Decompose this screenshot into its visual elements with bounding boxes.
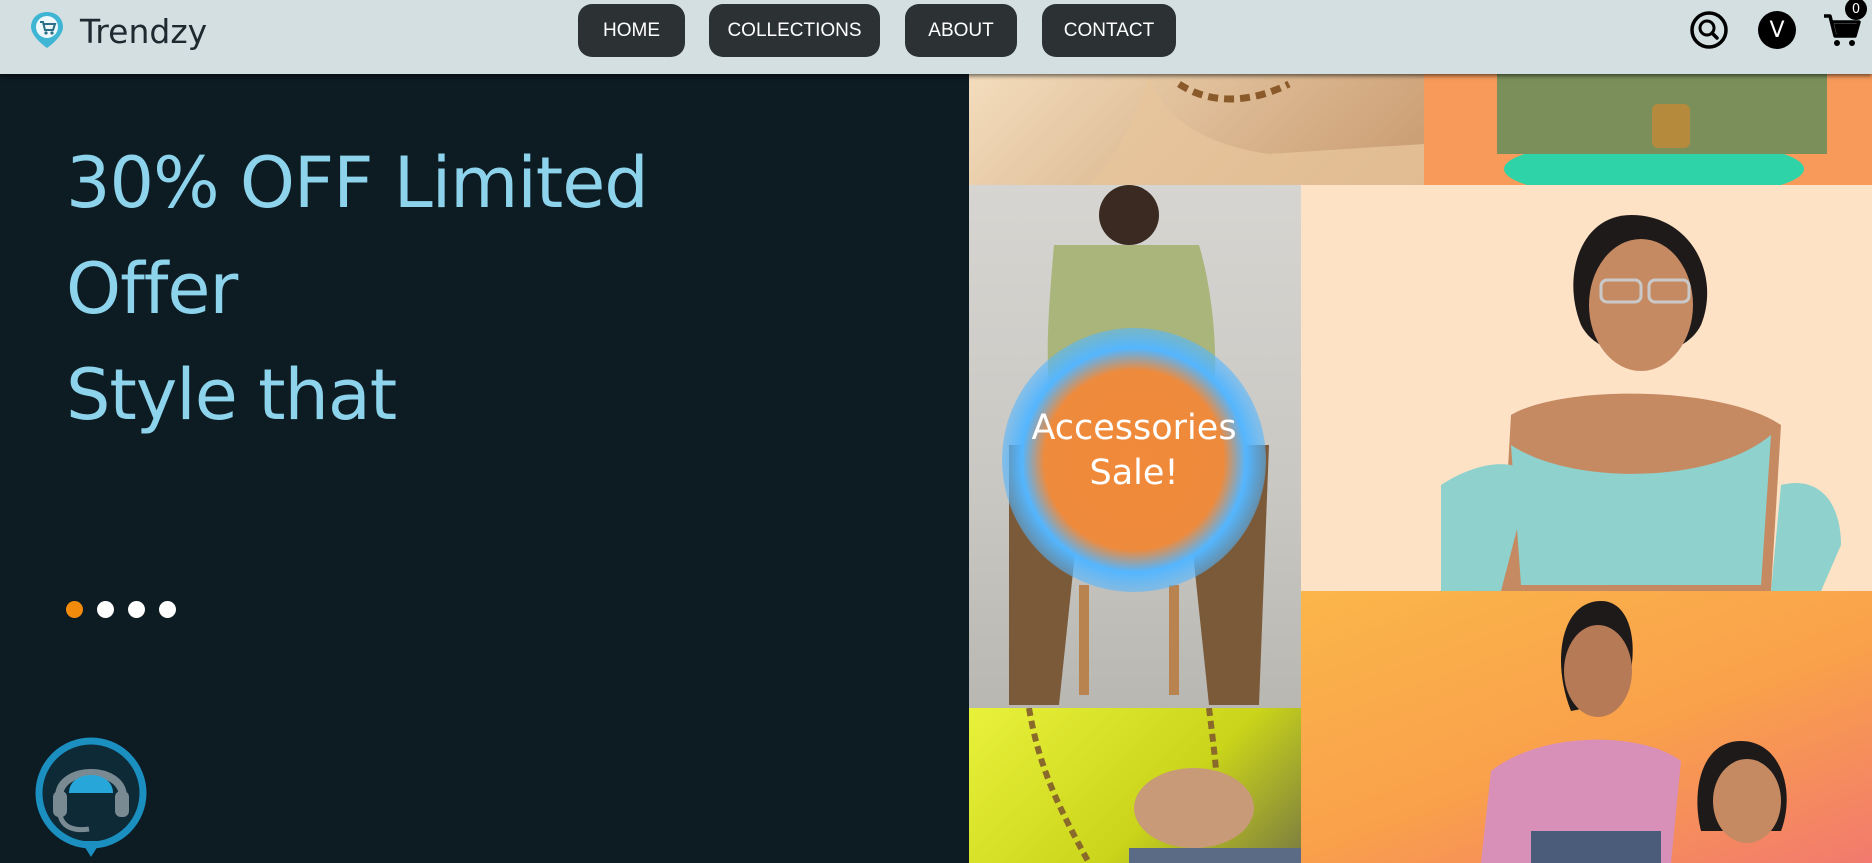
search-icon[interactable] xyxy=(1689,10,1729,50)
logo-icon[interactable] xyxy=(28,10,66,50)
carousel-dot-4[interactable] xyxy=(159,601,176,618)
cart-count-badge: 0 xyxy=(1845,0,1867,20)
sale-badge-text[interactable]: Accessories Sale! xyxy=(1002,406,1266,496)
photo-tile-two-models[interactable] xyxy=(1301,591,1872,863)
hero-line-2: Offer xyxy=(66,248,238,330)
photo-tile-model-glasses[interactable] xyxy=(1301,185,1872,591)
photo-tile-top-right[interactable] xyxy=(1424,74,1872,185)
user-avatar[interactable]: V xyxy=(1758,11,1796,49)
carousel-dot-2[interactable] xyxy=(97,601,114,618)
sale-line-2: Sale! xyxy=(1089,453,1179,493)
carousel-dot-1[interactable] xyxy=(66,601,83,618)
carousel-dots xyxy=(66,601,176,618)
sale-line-1: Accessories xyxy=(1031,408,1237,448)
photo-tile-top-left[interactable] xyxy=(969,74,1424,185)
nav-contact[interactable]: CONTACT xyxy=(1042,4,1176,57)
headset-support-icon[interactable] xyxy=(33,735,151,863)
site-header: Trendzy HOME COLLECTIONS ABOUT CONTACT V… xyxy=(0,0,1872,74)
carousel-dot-3[interactable] xyxy=(128,601,145,618)
nav-home[interactable]: HOME xyxy=(578,4,685,57)
hero-headline: 30% OFF Limited Offer Style that xyxy=(66,130,649,448)
photo-tile-yellow-jacket[interactable] xyxy=(969,708,1301,863)
brand-name[interactable]: Trendzy xyxy=(80,12,207,51)
nav-collections[interactable]: COLLECTIONS xyxy=(709,4,880,57)
nav-about[interactable]: ABOUT xyxy=(905,4,1017,57)
hero-line-3: Style that xyxy=(66,354,397,436)
hero-line-1: 30% OFF Limited xyxy=(66,142,649,224)
